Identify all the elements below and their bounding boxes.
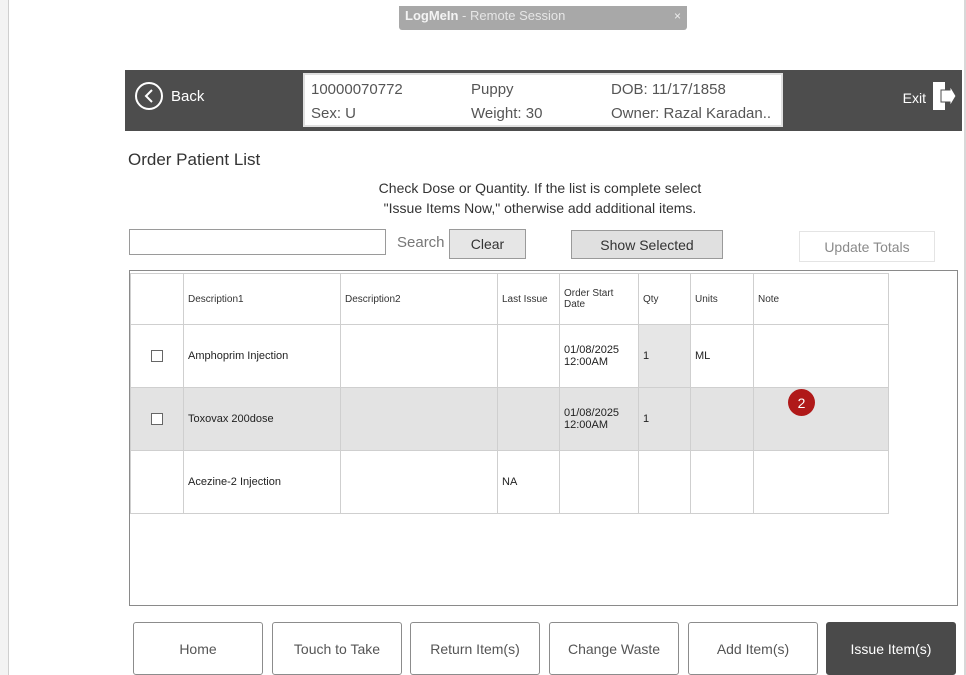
exit-door-icon [932, 80, 957, 115]
patient-sex: Sex: U [311, 105, 357, 122]
notification-badge[interactable]: 2 [788, 389, 815, 416]
patient-name: Puppy [471, 81, 514, 98]
search-label: Search [397, 234, 445, 251]
order-table-frame[interactable]: Description1 Description2 Last Issue Ord… [129, 270, 958, 606]
return-items-button[interactable]: Return Item(s) [410, 622, 540, 675]
remote-session-close-icon[interactable]: × [674, 6, 681, 26]
instruction-line-2: "Issue Items Now," otherwise add additio… [383, 200, 697, 216]
cell-note[interactable] [753, 450, 889, 514]
cell-qty[interactable] [638, 450, 691, 514]
cell-order-start-date: 01/08/2025 12:00AM [559, 387, 639, 451]
table-row[interactable]: Toxovax 200dose 01/08/2025 12:00AM 1 [130, 387, 889, 451]
row-checkbox[interactable] [151, 350, 163, 362]
cell-description2 [340, 387, 498, 451]
bottom-action-bar: Home Touch to Take Return Item(s) Change… [0, 618, 966, 675]
patient-dob: DOB: 11/17/1858 [611, 81, 726, 98]
instruction-line-1: Check Dose or Quantity. If the list is c… [378, 180, 702, 196]
order-table: Description1 Description2 Last Issue Ord… [130, 273, 889, 514]
cell-units [690, 450, 754, 514]
cell-qty[interactable]: 1 [638, 324, 691, 388]
touch-to-take-button[interactable]: Touch to Take [272, 622, 402, 675]
patient-id: 10000070772 [311, 81, 403, 98]
cell-description1: Amphoprim Injection [183, 324, 341, 388]
row-select-cell[interactable] [130, 324, 184, 388]
table-row[interactable]: Amphoprim Injection 01/08/2025 12:00AM 1… [130, 324, 889, 388]
cell-description1: Toxovax 200dose [183, 387, 341, 451]
cell-note[interactable] [753, 387, 889, 451]
cell-description2 [340, 450, 498, 514]
row-select-cell[interactable] [130, 387, 184, 451]
patient-weight: Weight: 30 [471, 105, 543, 122]
patient-owner: Owner: Razal Karadan.. [611, 105, 772, 122]
window-left-edge [0, 0, 9, 675]
back-label: Back [171, 87, 205, 105]
cell-qty[interactable]: 1 [638, 387, 691, 451]
column-header-description1[interactable]: Description1 [183, 273, 341, 325]
table-row[interactable]: Acezine-2 Injection NA [130, 450, 889, 514]
row-select-cell [130, 450, 184, 514]
column-header-order-start-date[interactable]: Order Start Date [559, 273, 639, 325]
exit-button[interactable]: Exit [902, 80, 957, 115]
change-waste-button[interactable]: Change Waste [549, 622, 679, 675]
page-title: Order Patient List [128, 150, 261, 169]
clear-button[interactable]: Clear [449, 229, 526, 259]
cell-last-issue [497, 324, 560, 388]
cell-units: ML [690, 324, 754, 388]
column-header-description2[interactable]: Description2 [340, 273, 498, 325]
add-items-button[interactable]: Add Item(s) [688, 622, 818, 675]
cell-description2 [340, 324, 498, 388]
cell-order-start-date [559, 450, 639, 514]
issue-items-button[interactable]: Issue Item(s) [826, 622, 956, 675]
cell-last-issue [497, 387, 560, 451]
home-button[interactable]: Home [133, 622, 263, 675]
column-header-note[interactable]: Note [753, 273, 889, 325]
remote-session-brand: LogMeIn [405, 8, 459, 23]
patient-header: Back 10000070772 Sex: U Puppy Weight: 30… [125, 70, 962, 131]
patient-info-box: 10000070772 Sex: U Puppy Weight: 30 DOB:… [303, 73, 783, 127]
show-selected-button[interactable]: Show Selected [571, 230, 723, 259]
exit-label: Exit [902, 89, 926, 106]
update-totals-button[interactable]: Update Totals [799, 231, 935, 262]
cell-order-start-date: 01/08/2025 12:00AM [559, 324, 639, 388]
remote-session-bar: LogMeIn - Remote Session × [399, 6, 687, 30]
row-checkbox[interactable] [151, 413, 163, 425]
back-arrow-icon [135, 82, 163, 110]
remote-session-title: - Remote Session [458, 8, 566, 23]
instruction-text: Check Dose or Quantity. If the list is c… [300, 178, 780, 218]
cell-description1: Acezine-2 Injection [183, 450, 341, 514]
cell-last-issue: NA [497, 450, 560, 514]
column-header-last-issue[interactable]: Last Issue [497, 273, 560, 325]
column-header-qty[interactable]: Qty [638, 273, 691, 325]
table-header-row: Description1 Description2 Last Issue Ord… [130, 273, 889, 325]
cell-note[interactable] [753, 324, 889, 388]
search-input[interactable] [129, 229, 386, 255]
cell-units [690, 387, 754, 451]
column-header-units[interactable]: Units [690, 273, 754, 325]
column-header-select [130, 273, 184, 325]
back-button[interactable]: Back [135, 82, 204, 110]
